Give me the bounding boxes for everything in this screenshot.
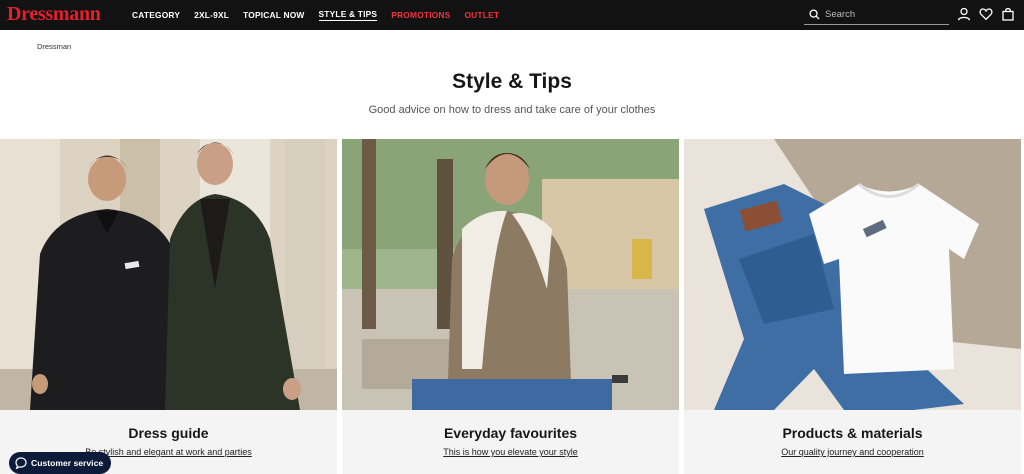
- top-navigation-bar: Dressmann CATEGORY 2XL-9XL TOPICAL NOW S…: [0, 0, 1024, 30]
- card-products-materials[interactable]: Products & materials Our quality journey…: [684, 139, 1021, 474]
- customer-service-label: Customer service: [31, 458, 104, 468]
- main-nav: CATEGORY 2XL-9XL TOPICAL NOW STYLE & TIP…: [132, 0, 513, 30]
- nav-promotions[interactable]: PROMOTIONS: [391, 10, 450, 20]
- nav-category[interactable]: CATEGORY: [132, 10, 180, 20]
- account-icon[interactable]: [957, 7, 971, 21]
- card-everyday-favourites[interactable]: Everyday favourites This is how you elev…: [342, 139, 679, 474]
- search-icon: [809, 9, 820, 20]
- card-title[interactable]: Everyday favourites: [342, 425, 679, 441]
- card-image[interactable]: [684, 139, 1021, 410]
- chat-icon: [15, 457, 27, 469]
- bag-icon[interactable]: [1001, 7, 1015, 21]
- card-grid: Dress guide Be stylish and elegant at wo…: [0, 139, 1024, 474]
- card-image[interactable]: [342, 139, 679, 410]
- page-title: Style & Tips: [452, 70, 572, 93]
- customer-service-button[interactable]: Customer service: [9, 452, 112, 474]
- card-link[interactable]: Our quality journey and cooperation: [684, 447, 1021, 457]
- nav-outlet[interactable]: OUTLET: [464, 10, 499, 20]
- heart-icon[interactable]: [979, 7, 993, 21]
- card-link[interactable]: This is how you elevate your style: [342, 447, 679, 457]
- card-dress-guide[interactable]: Dress guide Be stylish and elegant at wo…: [0, 139, 337, 474]
- card-title[interactable]: Products & materials: [684, 425, 1021, 441]
- page-subtitle: Good advice on how to dress and take car…: [368, 104, 656, 116]
- nav-2xl-9xl[interactable]: 2XL-9XL: [194, 10, 229, 20]
- nav-topical-now[interactable]: TOPICAL NOW: [243, 10, 304, 20]
- card-title[interactable]: Dress guide: [0, 425, 337, 441]
- card-image[interactable]: [0, 139, 337, 410]
- search-input[interactable]: [825, 9, 940, 20]
- search-box[interactable]: [804, 5, 949, 25]
- dressmann-logo[interactable]: Dressmann: [7, 3, 101, 26]
- nav-style-tips[interactable]: STYLE & TIPS: [318, 9, 378, 21]
- breadcrumb[interactable]: Dressman: [37, 42, 71, 51]
